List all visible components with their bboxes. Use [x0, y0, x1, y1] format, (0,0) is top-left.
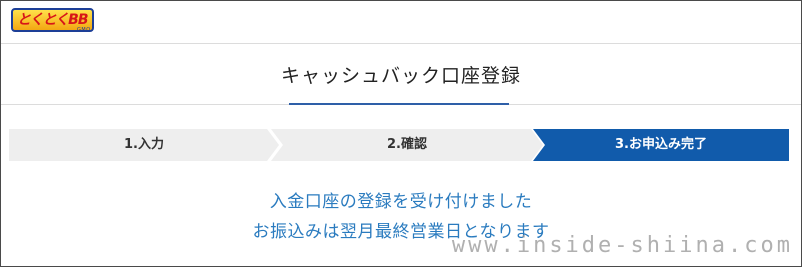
logo-subtext: GMO — [77, 27, 91, 33]
completion-message: 入金口座の登録を受け付けました — [269, 192, 533, 212]
page-title: キャッシュバック口座登録 — [280, 65, 521, 87]
progress-steps: 1.入力 2.確認 3.お申込み完了 — [9, 129, 789, 161]
watermark: www.inside-shiina.com — [451, 233, 793, 258]
step-confirm: 2.確認 — [271, 129, 543, 161]
title-underline — [289, 103, 509, 105]
step-complete: 3.お申込み完了 — [533, 129, 789, 161]
site-header: とくとくBB GMO — [1, 1, 801, 44]
page-frame: とくとくBB GMO キャッシュバック口座登録 1.入力 2.確認 3.お申込み… — [0, 0, 802, 267]
brand-logo[interactable]: とくとくBB GMO — [11, 8, 115, 34]
step-input: 1.入力 — [9, 129, 279, 161]
